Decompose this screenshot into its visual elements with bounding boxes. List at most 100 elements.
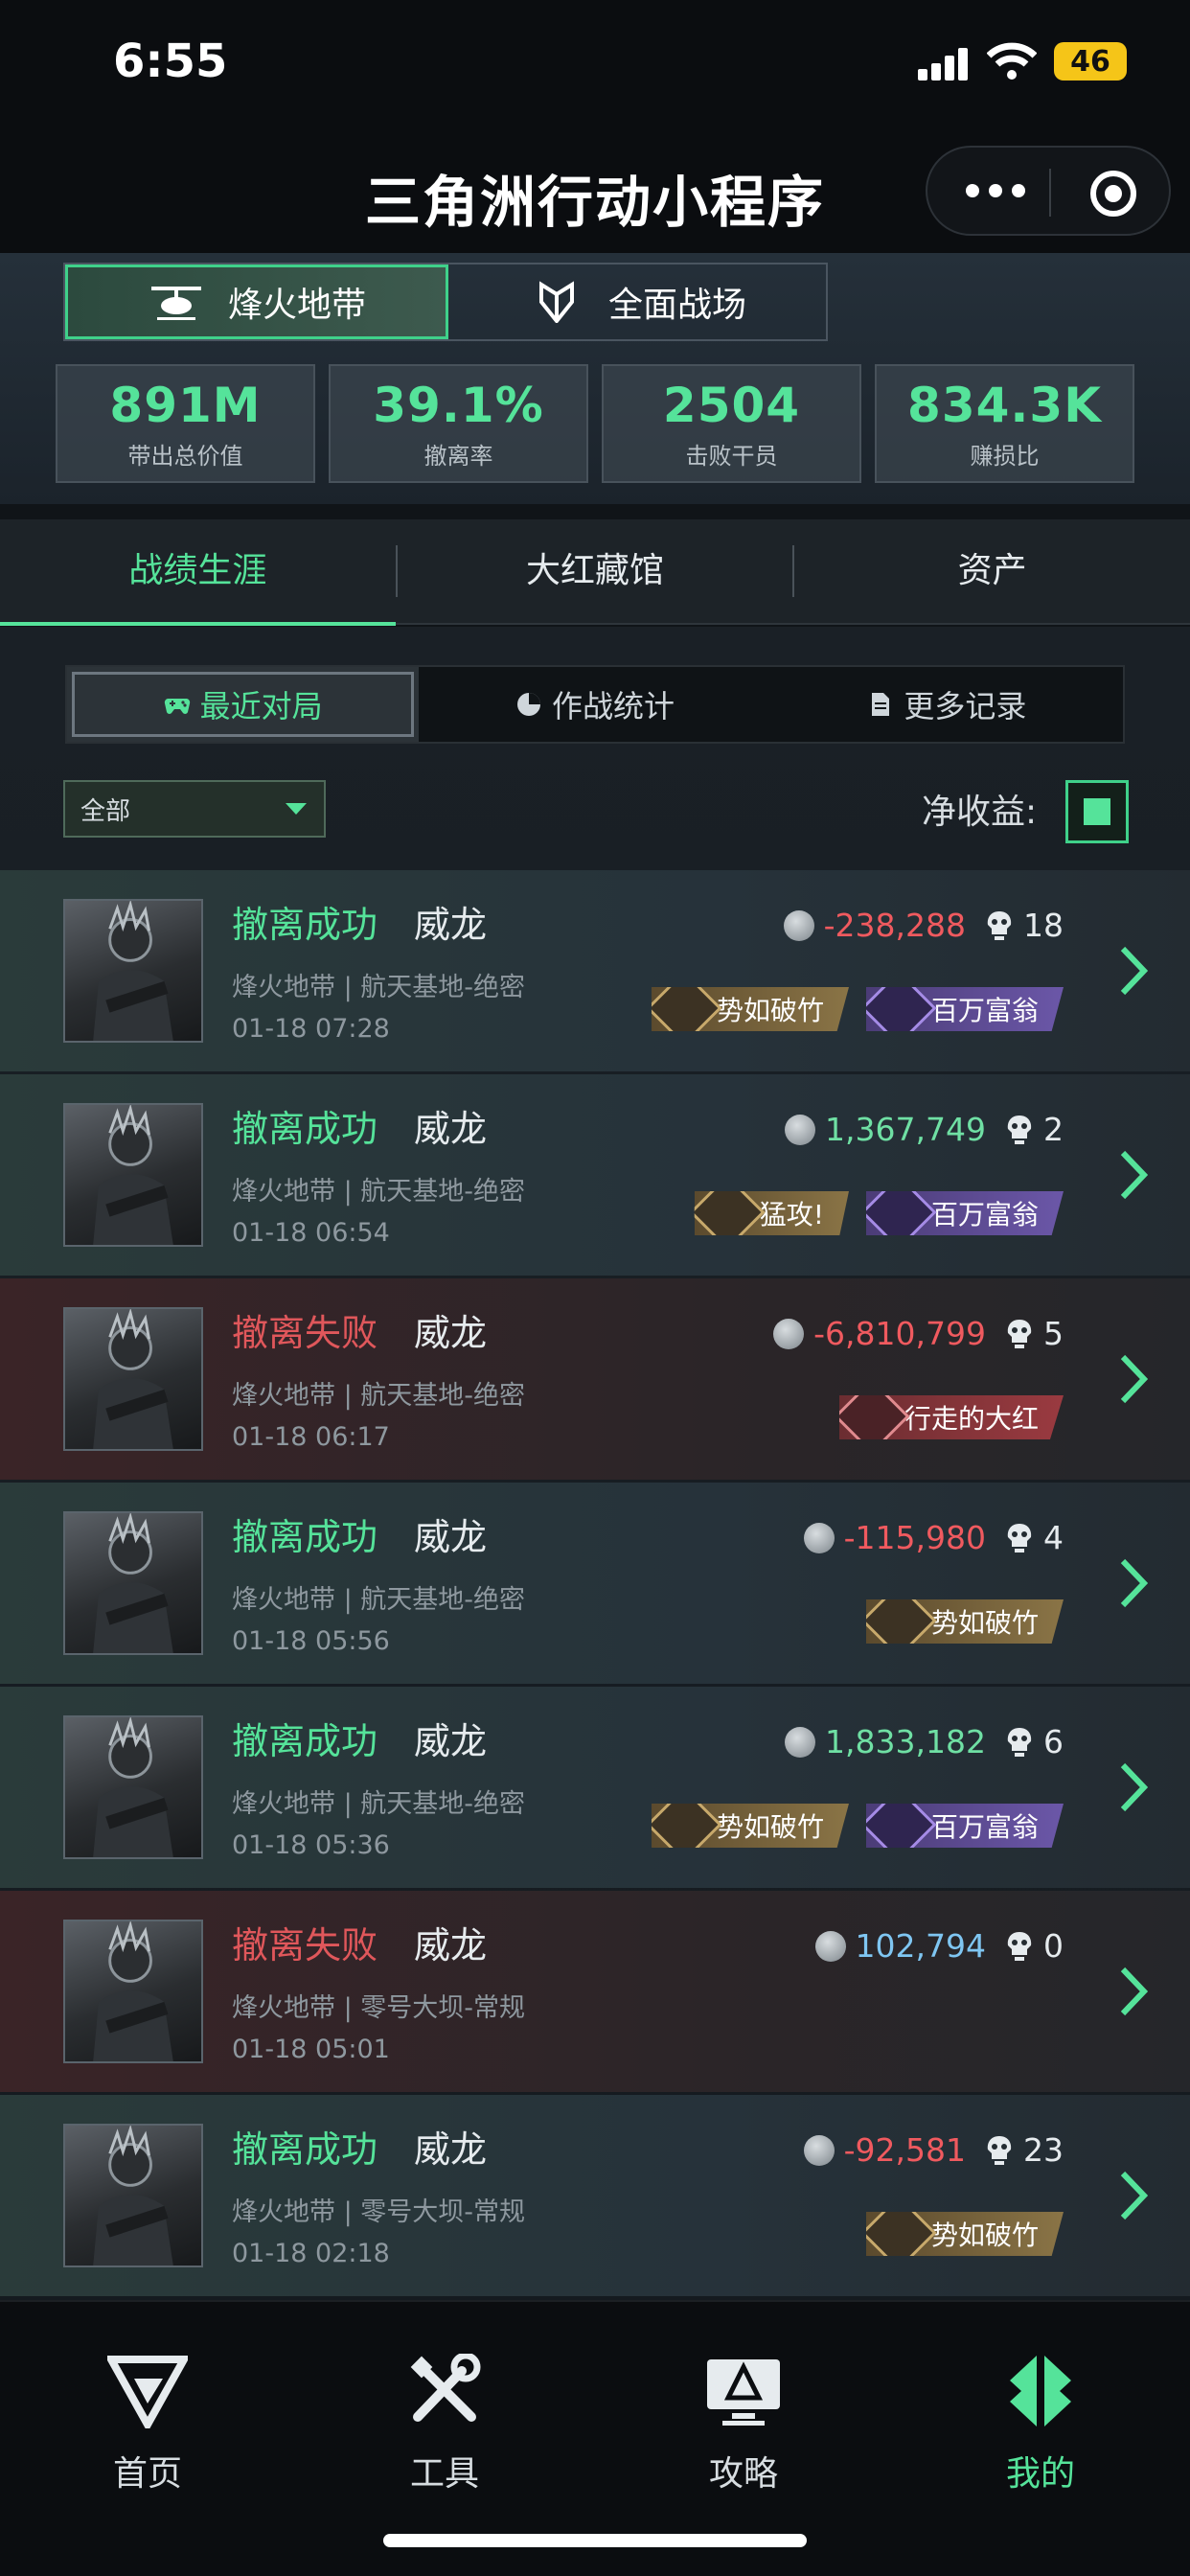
- match-row[interactable]: 撤离失败 威龙 烽火地带 | 零号大坝-常规 01-18 05:01 102,794 0: [0, 1891, 1190, 2092]
- segment-recent-matches[interactable]: 最近对局: [67, 667, 420, 742]
- filter-dropdown[interactable]: 全部: [63, 780, 326, 838]
- match-row[interactable]: 撤离成功 威龙 烽火地带 | 零号大坝-常规 01-18 02:18 -92,581 23…: [0, 2095, 1190, 2296]
- home-indicator: [383, 2534, 807, 2547]
- stats-row: 891M 带出总价值 39.1% 撤离率 2504 击败干员 834.3K 赚损…: [56, 364, 1134, 483]
- match-time: 01-18 07:28: [232, 1014, 390, 1044]
- segment-more-records[interactable]: 更多记录: [771, 667, 1123, 742]
- badge-group: 势如破竹: [865, 2212, 1064, 2256]
- operator-name: 威龙: [414, 1720, 488, 1762]
- tabbar-item-guide[interactable]: 攻略: [667, 2354, 820, 2496]
- kill-count: 4: [1043, 1519, 1064, 1556]
- achievement-badge: 百万富翁: [865, 1804, 1064, 1848]
- chevron-right-icon[interactable]: [1119, 1353, 1149, 1405]
- match-row[interactable]: 撤离成功 威龙 烽火地带 | 航天基地-绝密 01-18 05:36 1,833,182…: [0, 1687, 1190, 1888]
- match-value-group: -92,581 23: [803, 2131, 1064, 2169]
- close-target-icon[interactable]: [1090, 171, 1136, 217]
- more-icon[interactable]: [966, 180, 1027, 203]
- stat-value: 39.1%: [373, 377, 544, 433]
- net-income-toggle[interactable]: [1065, 780, 1129, 843]
- extract-status: 撤离成功: [232, 904, 378, 946]
- soldier-portrait: [93, 1105, 173, 1245]
- match-value-group: 102,794 0: [814, 1927, 1064, 1965]
- badge-label: 势如破竹: [930, 2220, 1039, 2251]
- segment-label: 最近对局: [199, 688, 323, 724]
- tab-red-collection[interactable]: 大红藏馆: [398, 518, 793, 624]
- match-value-group: -115,980 4: [803, 1519, 1064, 1556]
- chevron-down-icon: [286, 803, 307, 815]
- match-map: 烽火地带 | 零号大坝-常规: [232, 2197, 526, 2227]
- segment-label: 更多记录: [904, 688, 1027, 724]
- badge-emblem-icon: [865, 2212, 937, 2256]
- soldier-portrait: [93, 1921, 173, 2061]
- stat-card: 2504 击败干员: [602, 364, 861, 483]
- achievement-badge: 猛攻!: [694, 1191, 849, 1235]
- kill-count: 2: [1043, 1111, 1064, 1148]
- mini-program-capsule: [926, 146, 1171, 236]
- extract-status: 撤离失败: [232, 1924, 378, 1966]
- coin-icon: [773, 1318, 805, 1349]
- match-row[interactable]: 撤离失败 威龙 烽火地带 | 航天基地-绝密 01-18 06:17 -6,810,79…: [0, 1278, 1190, 1480]
- content-area: 最近对局 作战统计 更多记录 全部 净收益: 撤离成功 威龙 烽火地带 | 航天基地…: [0, 627, 1190, 2300]
- mode-switch: 烽火地带 全面战场: [63, 263, 828, 341]
- tabbar-item-profile[interactable]: 我的: [964, 2354, 1117, 2496]
- tab-assets[interactable]: 资产: [794, 518, 1190, 624]
- chevron-right-icon[interactable]: [1119, 945, 1149, 997]
- coin-icon: [783, 909, 814, 941]
- match-time: 01-18 05:56: [232, 1626, 390, 1656]
- coin-icon: [785, 1114, 816, 1145]
- title-bar: 三角洲行动小程序: [0, 134, 1190, 253]
- match-time: 01-18 05:01: [232, 2035, 390, 2064]
- operator-avatar: [63, 1920, 203, 2063]
- match-time: 01-18 06:54: [232, 1218, 390, 1248]
- tab-mode-1[interactable]: 全面战场: [448, 264, 826, 339]
- operator-name: 威龙: [414, 2128, 488, 2171]
- achievement-badge: 百万富翁: [865, 1191, 1064, 1235]
- badge-label: 猛攻!: [759, 1199, 824, 1230]
- skull-icon: [1005, 1930, 1034, 1963]
- main-tabs: 战绩生涯 大红藏馆 资产: [0, 518, 1190, 626]
- operator-name: 威龙: [414, 1108, 488, 1150]
- chevron-right-icon[interactable]: [1119, 2170, 1149, 2221]
- segment-combat-stats[interactable]: 作战统计: [419, 667, 770, 742]
- tabbar-item-tools[interactable]: 工具: [368, 2354, 521, 2496]
- match-map: 烽火地带 | 航天基地-绝密: [232, 973, 526, 1002]
- chevron-right-icon[interactable]: [1119, 1966, 1149, 2017]
- match-value-group: 1,367,749 2: [785, 1111, 1064, 1148]
- badge-group: 势如破竹 百万富翁: [651, 987, 1064, 1031]
- match-value-group: 1,833,182 6: [785, 1723, 1064, 1760]
- net-value: -6,810,799: [813, 1315, 986, 1352]
- tab-career[interactable]: 战绩生涯: [0, 518, 396, 626]
- kill-count: 0: [1043, 1927, 1064, 1965]
- net-value: 1,367,749: [825, 1111, 986, 1148]
- kill-count: 5: [1043, 1315, 1064, 1352]
- operator-avatar: [63, 1103, 203, 1247]
- extract-status: 撤离成功: [232, 2128, 378, 2171]
- badge-label: 行走的大红: [904, 1403, 1039, 1435]
- status-time: 6:55: [113, 34, 228, 88]
- match-row[interactable]: 撤离成功 威龙 烽火地带 | 航天基地-绝密 01-18 06:54 1,367,749…: [0, 1074, 1190, 1276]
- stat-value: 891M: [109, 377, 262, 433]
- extract-status: 撤离成功: [232, 1720, 378, 1762]
- skull-icon: [1005, 1114, 1034, 1146]
- achievement-badge: 势如破竹: [651, 987, 849, 1031]
- soldier-portrait: [93, 1717, 173, 1857]
- achievement-badge: 势如破竹: [865, 1599, 1064, 1644]
- tabbar-label: 我的: [1005, 2454, 1075, 2494]
- chevron-right-icon[interactable]: [1119, 1761, 1149, 1813]
- badge-emblem-icon: [865, 1599, 937, 1644]
- tools-icon: [410, 2354, 481, 2422]
- chevron-right-icon[interactable]: [1119, 1557, 1149, 1609]
- tab-mode-0[interactable]: 烽火地带: [65, 264, 448, 339]
- soldier-portrait: [93, 2126, 173, 2266]
- match-row[interactable]: 撤离成功 威龙 烽火地带 | 航天基地-绝密 01-18 05:56 -115,980 4…: [0, 1483, 1190, 1684]
- chevron-right-icon[interactable]: [1119, 1149, 1149, 1201]
- extract-status: 撤离成功: [232, 1108, 378, 1150]
- match-row[interactable]: 撤离成功 威龙 烽火地带 | 航天基地-绝密 01-18 07:28 -238,288 1…: [0, 870, 1190, 1071]
- badge-emblem-icon: [651, 1804, 722, 1848]
- coin-icon: [785, 1726, 816, 1758]
- match-value-group: -6,810,799 5: [773, 1315, 1064, 1352]
- tabbar-item-home[interactable]: 首页: [71, 2354, 224, 2496]
- soldier-portrait: [93, 1513, 173, 1653]
- kill-count: 23: [1023, 2131, 1064, 2169]
- match-map: 烽火地带 | 航天基地-绝密: [232, 1789, 526, 1819]
